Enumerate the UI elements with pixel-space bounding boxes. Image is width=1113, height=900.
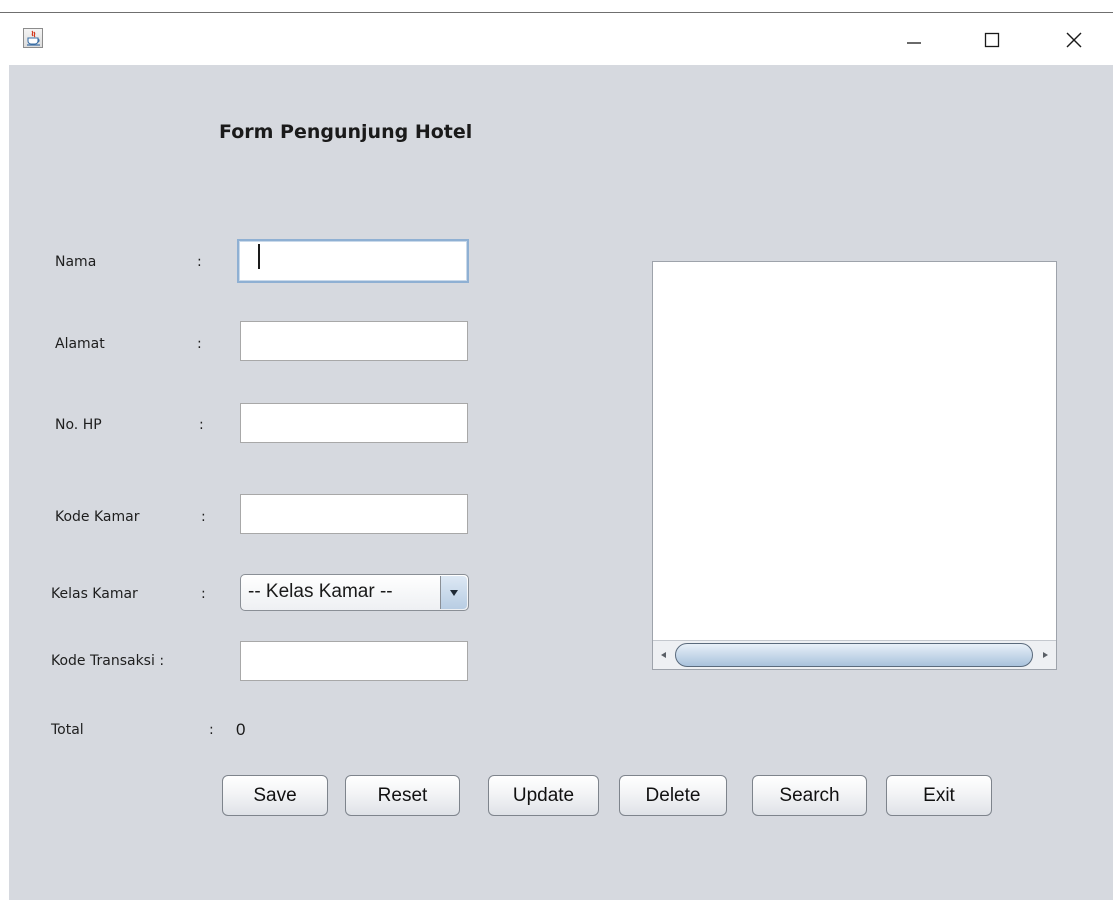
close-icon [1066, 32, 1082, 48]
scroll-left-button[interactable] [655, 645, 673, 665]
arrow-left-icon [661, 652, 666, 658]
alamat-label: Alamat [55, 336, 105, 352]
output-text-area[interactable] [652, 261, 1057, 670]
no-hp-label: No. HP [55, 417, 102, 433]
scrollbar-thumb[interactable] [675, 643, 1033, 667]
no-hp-input[interactable] [240, 403, 468, 443]
java-app-icon[interactable] [23, 28, 43, 48]
update-button[interactable]: Update [488, 775, 599, 816]
nama-colon: : [197, 254, 202, 270]
minimize-button[interactable] [894, 23, 934, 57]
kode-transaksi-label: Kode Transaksi : [51, 653, 164, 669]
chevron-down-icon [450, 589, 458, 596]
close-button[interactable] [1054, 23, 1094, 57]
kelas-kamar-colon: : [201, 586, 206, 602]
kode-transaksi-colon: : [159, 653, 165, 669]
kelas-kamar-selected-value: -- Kelas Kamar -- [248, 581, 393, 602]
kode-kamar-colon: : [201, 509, 206, 525]
application-window: Form Pengunjung Hotel Nama : Alamat : No… [0, 0, 1113, 900]
kelas-kamar-select[interactable]: -- Kelas Kamar -- [240, 574, 469, 611]
arrow-right-icon [1043, 652, 1048, 658]
kode-kamar-input[interactable] [240, 494, 468, 534]
reset-button[interactable]: Reset [345, 775, 460, 816]
delete-button[interactable]: Delete [619, 775, 727, 816]
kode-transaksi-input[interactable] [240, 641, 468, 681]
save-button[interactable]: Save [222, 775, 328, 816]
form-panel: Form Pengunjung Hotel Nama : Alamat : No… [9, 65, 1113, 900]
maximize-icon [984, 32, 1000, 48]
title-bar[interactable] [9, 13, 1113, 65]
search-button[interactable]: Search [752, 775, 867, 816]
exit-button[interactable]: Exit [886, 775, 992, 816]
kode-kamar-label: Kode Kamar [55, 509, 140, 525]
horizontal-scrollbar[interactable] [653, 640, 1056, 669]
total-value: 0 [236, 720, 246, 739]
maximize-button[interactable] [972, 23, 1012, 57]
total-colon: : [209, 722, 214, 738]
alamat-input[interactable] [240, 321, 468, 361]
alamat-colon: : [197, 336, 202, 352]
scroll-right-button[interactable] [1036, 645, 1054, 665]
total-label: Total [51, 722, 84, 738]
nama-label: Nama [55, 254, 97, 270]
form-title: Form Pengunjung Hotel [219, 121, 473, 143]
text-caret [258, 244, 260, 269]
minimize-icon [907, 42, 921, 44]
kode-transaksi-label-text: Kode Transaksi [51, 653, 155, 669]
dropdown-arrow-button[interactable] [440, 576, 467, 609]
no-hp-colon: : [199, 417, 204, 433]
nama-input[interactable] [237, 239, 469, 283]
kelas-kamar-label: Kelas Kamar [51, 586, 138, 602]
